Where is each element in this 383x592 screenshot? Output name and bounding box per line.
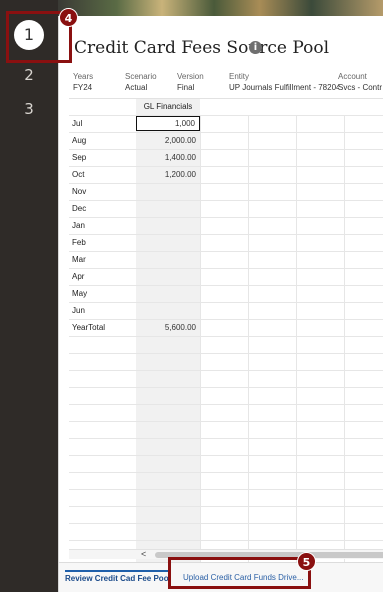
pov-years-label: Years bbox=[73, 72, 94, 81]
empty-row bbox=[69, 371, 383, 388]
empty-row bbox=[69, 507, 383, 524]
row-header[interactable]: Mar bbox=[72, 252, 132, 268]
empty-row bbox=[69, 473, 383, 490]
table-row: YearTotal 5,600.00 bbox=[69, 320, 383, 337]
pov-years[interactable]: Years FY24 bbox=[73, 72, 123, 93]
info-icon[interactable]: i bbox=[249, 41, 262, 54]
tab-review-credit-card-fee-pool[interactable]: Review Credit Cad Fee Poo bbox=[65, 570, 169, 583]
row-header[interactable]: May bbox=[72, 286, 132, 302]
table-row: Oct 1,200.00 bbox=[69, 167, 383, 184]
pov-bar: Years FY24 Scenario Actual Version Final… bbox=[59, 72, 383, 98]
pov-version-value: Final bbox=[177, 83, 195, 92]
row-header[interactable]: Jan bbox=[72, 218, 132, 234]
row-header[interactable]: Dec bbox=[72, 201, 132, 217]
page-title: Credit Card Fees Source Pool bbox=[74, 38, 330, 58]
pov-account-value: Svcs - Contr bbox=[338, 83, 383, 92]
empty-row bbox=[69, 388, 383, 405]
data-grid: GL Financials Jul 1,000 Aug 2,000.00 Sep… bbox=[69, 98, 383, 568]
scroll-left-icon[interactable]: < bbox=[141, 549, 146, 559]
data-cell[interactable]: 2,000.00 bbox=[136, 133, 200, 149]
row-header[interactable]: Nov bbox=[72, 184, 132, 200]
empty-row bbox=[69, 405, 383, 422]
pov-years-value: FY24 bbox=[73, 83, 93, 92]
pov-version[interactable]: Version Final bbox=[177, 72, 227, 93]
row-header[interactable]: Oct bbox=[72, 167, 132, 183]
table-row: Feb bbox=[69, 235, 383, 252]
row-header[interactable]: YearTotal bbox=[72, 320, 132, 336]
empty-row bbox=[69, 337, 383, 354]
table-row: Dec bbox=[69, 201, 383, 218]
pov-account[interactable]: Account Svcs - Contr bbox=[338, 72, 383, 93]
table-row: Jun bbox=[69, 303, 383, 320]
row-header[interactable]: Sep bbox=[72, 150, 132, 166]
empty-row bbox=[69, 524, 383, 541]
callout-badge-5: 5 bbox=[297, 552, 316, 571]
table-row: Apr bbox=[69, 269, 383, 286]
row-header[interactable]: Apr bbox=[72, 269, 132, 285]
table-row: May bbox=[69, 286, 383, 303]
data-cell[interactable]: 5,600.00 bbox=[136, 320, 200, 336]
table-row: Jul 1,000 bbox=[69, 116, 383, 133]
pov-scenario-label: Scenario bbox=[125, 72, 157, 81]
empty-row bbox=[69, 456, 383, 473]
table-row: Sep 1,400.00 bbox=[69, 150, 383, 167]
callout-highlight-upload-tab bbox=[168, 557, 311, 589]
empty-row bbox=[69, 490, 383, 507]
table-row: Mar bbox=[69, 252, 383, 269]
step-navigation-rail: 1 2 3 bbox=[0, 0, 58, 592]
main-panel: Credit Card Fees Source Pool i Years FY2… bbox=[58, 16, 383, 592]
empty-row bbox=[69, 422, 383, 439]
column-header-gl-financials[interactable]: GL Financials bbox=[136, 99, 200, 115]
grid-header-row: GL Financials bbox=[69, 99, 383, 116]
row-header[interactable]: Jun bbox=[72, 303, 132, 319]
data-cell[interactable]: 1,400.00 bbox=[136, 150, 200, 166]
step-3[interactable]: 3 bbox=[0, 100, 58, 118]
row-header[interactable]: Feb bbox=[72, 235, 132, 251]
row-header[interactable]: Aug bbox=[72, 133, 132, 149]
empty-row bbox=[69, 354, 383, 371]
data-cell[interactable]: 1,000 bbox=[136, 116, 200, 131]
table-row: Jan bbox=[69, 218, 383, 235]
empty-row bbox=[69, 439, 383, 456]
callout-badge-4: 4 bbox=[59, 8, 78, 27]
pov-entity-label: Entity bbox=[229, 72, 250, 81]
pov-entity[interactable]: Entity UP Journals Fulfillment - 78204 bbox=[229, 72, 339, 93]
data-cell[interactable]: 1,200.00 bbox=[136, 167, 200, 183]
pov-scenario-value: Actual bbox=[125, 83, 148, 92]
pov-entity-value: UP Journals Fulfillment - 78204 bbox=[229, 83, 339, 92]
pov-version-label: Version bbox=[177, 72, 204, 81]
step-2[interactable]: 2 bbox=[0, 66, 58, 84]
row-header[interactable]: Jul bbox=[72, 116, 132, 132]
pov-scenario[interactable]: Scenario Actual bbox=[125, 72, 175, 93]
table-row: Aug 2,000.00 bbox=[69, 133, 383, 150]
pov-account-label: Account bbox=[338, 72, 367, 81]
decorative-banner bbox=[58, 0, 383, 16]
table-row: Nov bbox=[69, 184, 383, 201]
